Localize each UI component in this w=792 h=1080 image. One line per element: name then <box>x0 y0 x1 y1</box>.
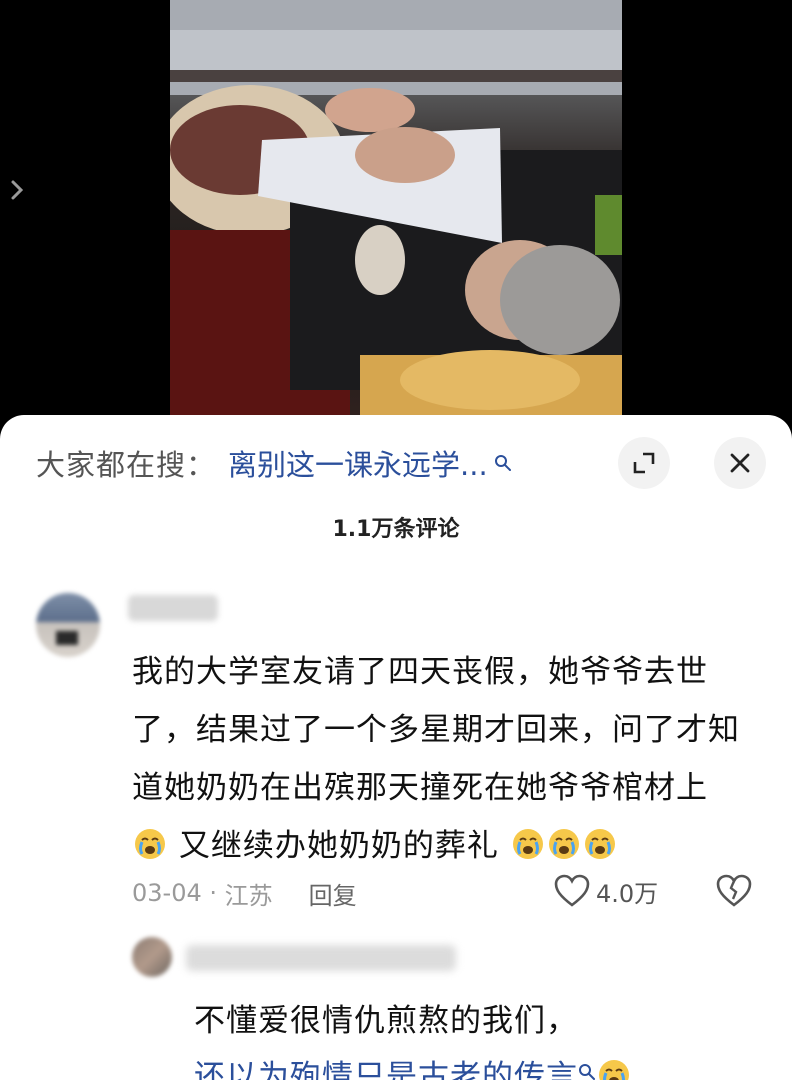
comments-sheet: 大家都在搜： 离别这一课永远学... 1.1万条评论 我的大学室友请了四天丧假，… <box>0 415 792 1080</box>
expand-icon <box>633 452 655 474</box>
video-player[interactable] <box>0 0 792 440</box>
expand-button[interactable] <box>618 437 670 489</box>
broken-heart-icon[interactable] <box>716 873 752 909</box>
search-suggestion[interactable]: 大家都在搜： 离别这一课永远学... <box>36 441 512 485</box>
comment-text-part-2: 又继续办她奶奶的葬礼 <box>178 828 499 864</box>
close-icon <box>730 453 750 473</box>
chevron-right-icon[interactable] <box>6 176 30 204</box>
like-count: 4.0万 <box>596 879 659 908</box>
comment-meta: 03-04 · 江苏 回复 <box>132 875 357 911</box>
reply-username-blurred[interactable] <box>186 945 456 971</box>
username-blurred[interactable] <box>128 595 218 621</box>
search-label: 大家都在搜： <box>36 448 217 482</box>
crying-emoji-icon <box>548 829 579 859</box>
reply-avatar[interactable] <box>132 937 172 977</box>
crying-emoji-icon <box>599 1060 629 1080</box>
reply-text: 不懂爱很情仇煎熬的我们， 还以为殉情只是古老的传言 <box>194 993 754 1080</box>
crying-emoji-icon <box>512 829 543 859</box>
crying-emoji-icon <box>135 829 165 859</box>
like-button[interactable]: 4.0万 <box>554 871 658 911</box>
search-query-link[interactable]: 离别这一课永远学... <box>228 442 488 484</box>
reply-line-2: 还以为殉情只是古老的传言 <box>194 1049 754 1080</box>
reply-search-link[interactable]: 还以为殉情只是古老的传言 <box>194 1059 578 1080</box>
search-icon[interactable] <box>494 454 512 472</box>
comment-location: 江苏 <box>224 881 273 910</box>
avatar[interactable] <box>36 593 100 657</box>
reply-button[interactable]: 回复 <box>309 876 357 911</box>
comment-text: 我的大学室友请了四天丧假，她爷爷去世了，结果过了一个多星期才回来，问了才知道她奶… <box>132 643 744 875</box>
page: 大家都在搜： 离别这一课永远学... 1.1万条评论 我的大学室友请了四天丧假，… <box>0 0 792 1080</box>
comments-count: 1.1万条评论 <box>332 517 460 542</box>
crying-emoji-icon <box>584 829 615 859</box>
search-icon[interactable] <box>578 1063 596 1080</box>
reply-line-1: 不懂爱很情仇煎熬的我们， <box>194 1003 578 1039</box>
video-frame <box>170 0 622 440</box>
comment-date: 03-04 <box>132 879 202 907</box>
heart-icon <box>554 874 590 907</box>
meta-separator: · <box>201 879 225 907</box>
comment-text-part-1: 我的大学室友请了四天丧假，她爷爷去世了，结果过了一个多星期才回来，问了才知道她奶… <box>132 654 740 806</box>
close-button[interactable] <box>714 437 766 489</box>
video-still-image <box>170 0 622 440</box>
